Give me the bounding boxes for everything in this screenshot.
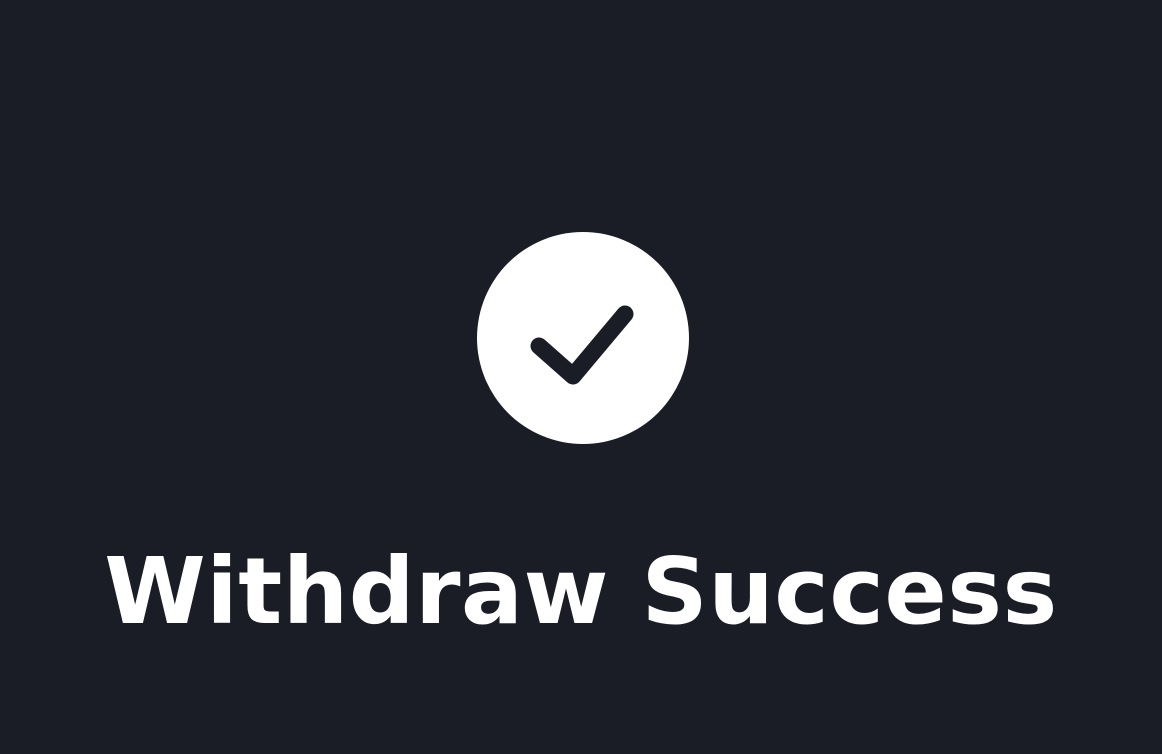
withdraw-success-screen: Withdraw Success bbox=[0, 0, 1162, 754]
check-circle-icon bbox=[477, 232, 689, 444]
success-message: Withdraw Success bbox=[104, 538, 1058, 645]
check-mark-icon bbox=[530, 305, 634, 385]
